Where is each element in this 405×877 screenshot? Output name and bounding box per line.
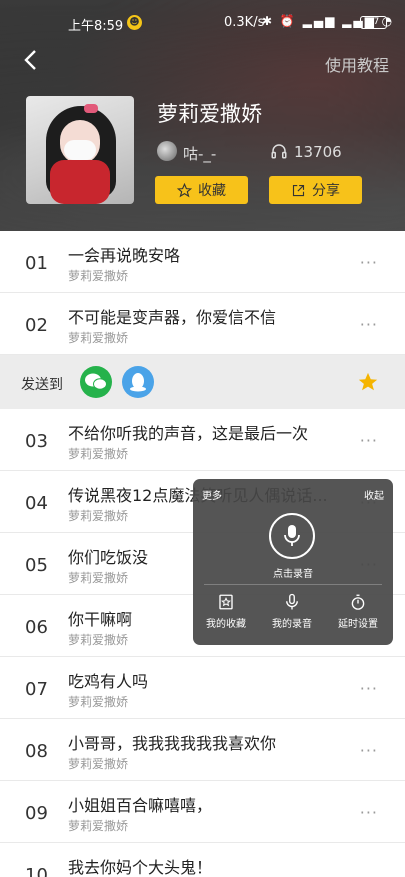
track-name: 我去你妈个大头鬼！ bbox=[68, 858, 213, 877]
track-number: 03 bbox=[25, 431, 48, 452]
more-options-icon[interactable]: ··· bbox=[360, 315, 378, 334]
share-icon bbox=[292, 184, 305, 196]
track-name: 一会再说晚安咯 bbox=[68, 246, 181, 265]
more-options-icon[interactable]: ··· bbox=[360, 253, 378, 272]
track-artist: 萝莉爱撒娇 bbox=[68, 509, 129, 523]
status-bar: 上午8:59 ☻ 0.3K/s ✱ ⏰ ▂▄▆ ▂▄▆ ◔ 47 bbox=[0, 8, 405, 38]
album-title: 萝莉爱撒娇 bbox=[157, 102, 262, 126]
more-options-icon[interactable]: ··· bbox=[360, 431, 378, 450]
record-label: 点击录音 bbox=[273, 569, 313, 580]
network-speed: 0.3K/s bbox=[224, 15, 265, 30]
track-artist: 萝莉爱撒娇 bbox=[68, 571, 129, 585]
stopwatch-icon bbox=[351, 594, 365, 610]
track-name: 不可能是变声器，你爱信不信 bbox=[68, 308, 277, 327]
send-to-label: 发送到 bbox=[21, 377, 63, 393]
track-name: 不给你听我的声音，这是最后一次 bbox=[68, 424, 309, 443]
album-header: 上午8:59 ☻ 0.3K/s ✱ ⏰ ▂▄▆ ▂▄▆ ◔ 47 使用教程 萝莉… bbox=[0, 0, 405, 231]
track-row[interactable]: 01 一会再说晚安咯 萝莉爱撒娇 ··· bbox=[0, 231, 405, 293]
track-number: 02 bbox=[25, 315, 48, 336]
track-name: 你干嘛啊 bbox=[68, 610, 133, 629]
track-row[interactable]: 09 小姐姐百合嘛嘻嘻， 萝莉爱撒娇 ··· bbox=[0, 781, 405, 843]
my-recordings-button[interactable]: 我的录音 bbox=[260, 593, 324, 630]
delay-settings-button[interactable]: 延时设置 bbox=[326, 593, 390, 630]
qq-icon[interactable] bbox=[122, 366, 154, 398]
back-arrow-icon[interactable] bbox=[20, 48, 44, 72]
star-box-icon bbox=[219, 594, 233, 610]
headphones-icon bbox=[271, 144, 287, 159]
track-row[interactable]: 03 不给你听我的声音，这是最后一次 萝莉爱撒娇 ··· bbox=[0, 409, 405, 471]
track-number: 01 bbox=[25, 253, 48, 274]
favorite-button[interactable]: 收藏 bbox=[155, 176, 248, 204]
track-artist: 萝莉爱撒娇 bbox=[68, 633, 129, 647]
listen-count: 13706 bbox=[294, 143, 342, 161]
album-cover-image bbox=[26, 96, 134, 204]
panel-more-button[interactable]: 更多 bbox=[202, 487, 222, 502]
track-number: 04 bbox=[25, 493, 48, 514]
record-button[interactable] bbox=[269, 513, 315, 559]
track-row[interactable]: 08 小哥哥，我我我我我我喜欢你 萝莉爱撒娇 ··· bbox=[0, 719, 405, 781]
track-number: 07 bbox=[25, 679, 48, 700]
tutorial-link[interactable]: 使用教程 bbox=[325, 52, 389, 76]
star-outline-icon bbox=[177, 182, 192, 197]
track-artist: 萝莉爱撒娇 bbox=[68, 269, 129, 283]
favorite-label: 收藏 bbox=[198, 183, 226, 199]
more-options-icon[interactable]: ··· bbox=[360, 741, 378, 760]
microphone-icon bbox=[286, 593, 298, 610]
panel-collapse-button[interactable]: 收起 bbox=[364, 487, 384, 502]
track-artist: 萝莉爱撒娇 bbox=[68, 447, 129, 461]
share-button[interactable]: 分享 bbox=[269, 176, 362, 204]
track-row[interactable]: 07 吃鸡有人吗 萝莉爱撒娇 ··· bbox=[0, 657, 405, 719]
share-label: 分享 bbox=[312, 183, 340, 199]
notification-icon: ☻ bbox=[127, 15, 142, 30]
my-favorites-label: 我的收藏 bbox=[206, 619, 246, 630]
track-number: 06 bbox=[25, 617, 48, 638]
track-name: 吃鸡有人吗 bbox=[68, 672, 149, 691]
track-number: 08 bbox=[25, 741, 48, 762]
author-name[interactable]: 咕-_- bbox=[183, 143, 216, 164]
my-favorites-button[interactable]: 我的收藏 bbox=[194, 593, 258, 630]
delay-settings-label: 延时设置 bbox=[338, 619, 378, 630]
battery-icon: 47 bbox=[360, 16, 387, 29]
track-number: 10 bbox=[25, 865, 48, 877]
status-time: 上午8:59 bbox=[68, 19, 124, 34]
track-name: 小哥哥，我我我我我我喜欢你 bbox=[68, 734, 277, 753]
track-number: 09 bbox=[25, 803, 48, 824]
track-artist: 萝莉爱撒娇 bbox=[68, 695, 129, 709]
track-row[interactable]: 02 不可能是变声器，你爱信不信 萝莉爱撒娇 ··· bbox=[0, 293, 405, 355]
panel-divider bbox=[204, 584, 382, 585]
track-artist: 萝莉爱撒娇 bbox=[68, 819, 129, 833]
wechat-icon[interactable] bbox=[80, 366, 112, 398]
track-name: 你们吃饭没 bbox=[68, 548, 149, 567]
track-name: 小姐姐百合嘛嘻嘻， bbox=[68, 796, 213, 815]
more-options-icon[interactable]: ··· bbox=[360, 803, 378, 822]
more-options-icon[interactable]: ··· bbox=[360, 679, 378, 698]
track-artist: 萝莉爱撒娇 bbox=[68, 757, 129, 771]
floating-record-panel: 更多 收起 点击录音 我的收藏 我的录音 延时设置 bbox=[193, 479, 393, 645]
my-recordings-label: 我的录音 bbox=[272, 619, 312, 630]
track-artist: 萝莉爱撒娇 bbox=[68, 331, 129, 345]
track-row[interactable]: 10 我去你妈个大头鬼！ bbox=[0, 843, 405, 877]
author-avatar[interactable] bbox=[157, 141, 177, 161]
microphone-icon bbox=[284, 525, 300, 546]
send-to-bar: 发送到 bbox=[0, 355, 405, 409]
star-icon[interactable] bbox=[357, 371, 379, 393]
track-number: 05 bbox=[25, 555, 48, 576]
